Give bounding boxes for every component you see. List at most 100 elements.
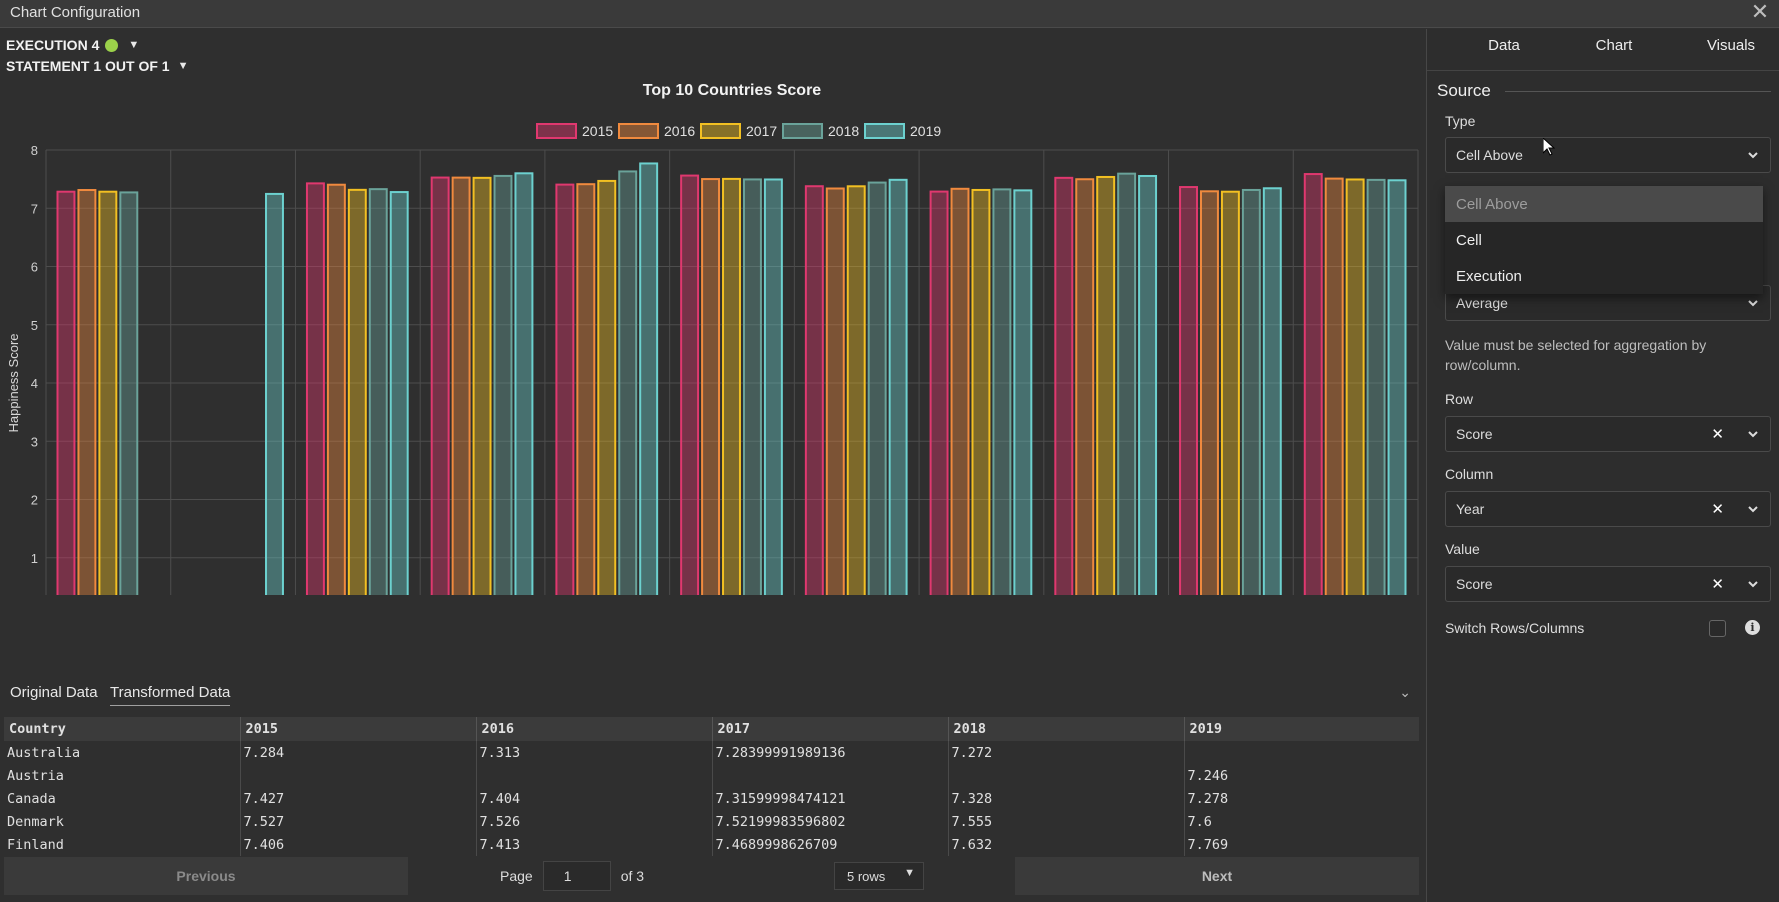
execution-selector[interactable]: EXECUTION 4 ▼ [6,37,139,53]
tab-visuals[interactable]: Visuals [1691,37,1771,54]
legend-swatch [618,123,659,139]
bar [950,187,970,595]
table-cell [711,764,948,787]
bar [576,183,596,595]
table-cell [947,764,1184,787]
tab-data[interactable]: Data [1467,37,1541,71]
bar [1324,177,1344,595]
page-label: Page [500,868,533,884]
switch-rows-columns-checkbox[interactable] [1709,620,1726,637]
column-header: 2018 [947,717,1184,741]
type-select[interactable]: Cell Above [1445,137,1771,173]
clear-icon[interactable]: ✕ [1711,575,1724,593]
bar [1345,178,1365,595]
table-cell: 7.406 [239,833,476,856]
bar [804,185,824,595]
bar [846,185,866,595]
window-title: Chart Configuration [10,4,141,21]
table-cell: 7.427 [239,787,476,810]
clear-icon[interactable]: ✕ [1711,500,1724,518]
next-button[interactable]: Next [1015,857,1419,895]
bar [430,176,450,595]
y-tick-label: 8 [31,143,38,158]
bar [618,170,638,595]
column-header: 2017 [711,717,948,741]
rows-per-page-value: 5 rows [847,868,886,884]
type-label: Type [1445,113,1476,129]
clear-icon[interactable]: ✕ [1711,425,1724,443]
value-label: Value [1445,541,1480,557]
rows-per-page-select[interactable]: 5 rows ▼ [834,862,924,890]
bar [1096,175,1116,595]
chevron-down-icon [1748,431,1758,438]
table-cell: 7.526 [475,810,712,833]
bar [119,191,139,595]
row-select[interactable]: Score ✕ [1445,416,1771,452]
table-cell: 7.404 [475,787,712,810]
bar [1220,190,1240,595]
dropdown-option-cell-above[interactable]: Cell Above [1445,186,1763,222]
column-header: 2019 [1183,717,1419,741]
statement-selector[interactable]: STATEMENT 1 OUT OF 1 ▼ [6,58,189,74]
page-number-input[interactable] [542,861,611,891]
type-dropdown-menu: Cell Above Cell Execution [1445,186,1763,294]
table-cell: 7.413 [475,833,712,856]
aggregation-value: Average [1456,295,1508,311]
y-tick-label: 1 [31,551,38,566]
execution-label: EXECUTION 4 [6,37,100,53]
bar [1054,176,1074,595]
bar [1117,172,1137,595]
table-cell: Canada [7,790,56,807]
type-value: Cell Above [1456,147,1523,163]
table-cell: Finland [7,836,64,853]
bar [77,189,97,595]
chevron-down-icon: ▼ [904,867,915,879]
y-tick-label: 5 [31,318,38,333]
chevron-down-icon[interactable]: ⌄ [1399,684,1411,701]
bar [1138,174,1158,595]
column-select[interactable]: Year ✕ [1445,491,1771,527]
info-icon[interactable]: i [1745,620,1760,635]
previous-button[interactable]: Previous [4,857,408,895]
close-icon[interactable]: ✕ [1749,0,1771,24]
table-row: Denmark 7.527 7.526 7.52199983596802 7.5… [4,810,1419,833]
bar [389,191,409,595]
tab-transformed-data[interactable]: Transformed Data [110,680,231,706]
legend-label: 2016 [664,123,695,139]
bar [1387,179,1407,595]
legend-swatch [864,123,905,139]
tab-chart[interactable]: Chart [1579,37,1649,54]
y-tick-label: 7 [31,201,38,216]
table-row: Finland 7.406 7.413 7.4689998626709 7.63… [4,833,1419,856]
dropdown-option-cell[interactable]: Cell [1445,222,1763,258]
bar [1013,189,1033,595]
bottom-tabs: Original Data Transformed Data ⌄ [0,680,1425,710]
chevron-down-icon[interactable]: ▼ [128,39,139,51]
value-select[interactable]: Score ✕ [1445,566,1771,602]
bar [971,188,991,595]
tab-divider [1427,70,1779,71]
bar [1241,188,1261,595]
bar [368,188,388,595]
legend-swatch [782,123,823,139]
tab-original-data[interactable]: Original Data [10,680,98,705]
column-value: Year [1456,501,1485,517]
column-header: 2015 [239,717,476,741]
table-cell: 7.632 [947,833,1184,856]
y-axis-label: Happiness Score [6,334,21,433]
transformed-data-table: Country 2015 2016 2017 2018 2019 Austral… [4,717,1419,856]
table-cell: 7.31599998474121 [711,787,948,810]
bar [742,178,762,595]
bar [56,190,76,595]
table-header-row: Country 2015 2016 2017 2018 2019 [4,717,1419,741]
table-cell: 7.272 [947,741,1184,764]
table-cell: Denmark [7,813,64,830]
statement-label: STATEMENT 1 OUT OF 1 [6,58,170,74]
dropdown-option-execution[interactable]: Execution [1445,258,1763,294]
table-cell: 7.555 [947,810,1184,833]
table-cell: 7.28399991989136 [711,741,948,764]
chevron-down-icon[interactable]: ▼ [178,60,189,72]
chevron-down-icon [1748,152,1758,159]
table-row: Canada 7.427 7.404 7.31599998474121 7.32… [4,787,1419,810]
column-label: Column [1445,466,1494,482]
